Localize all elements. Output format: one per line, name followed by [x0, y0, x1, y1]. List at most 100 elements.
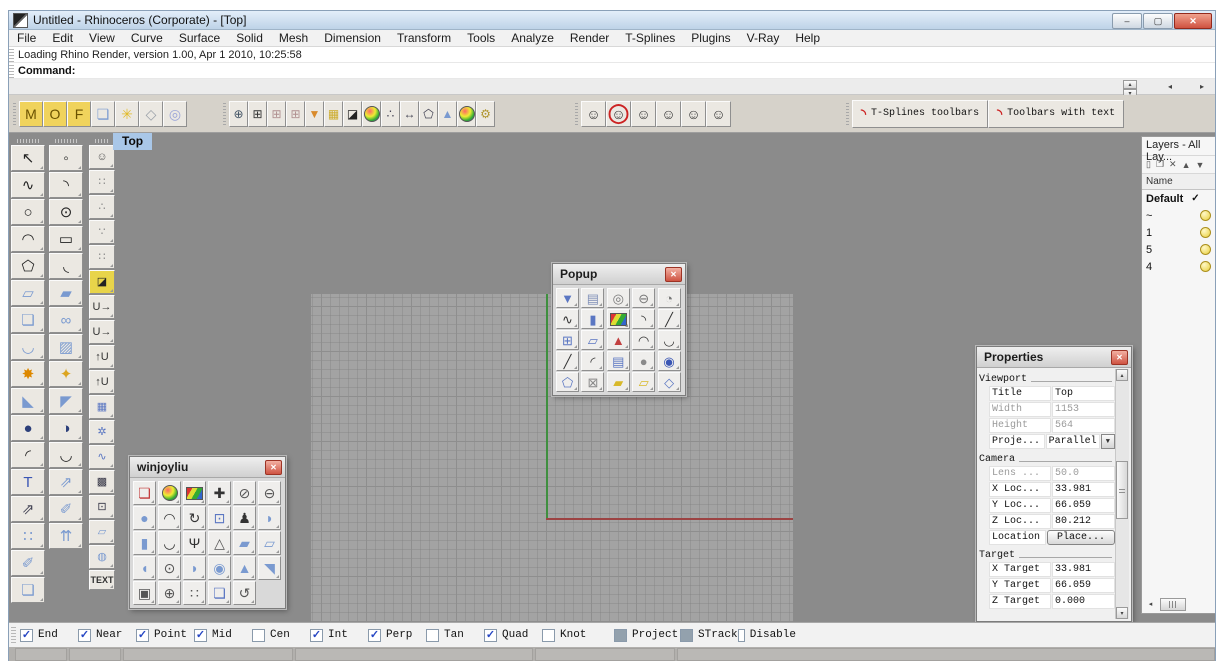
menu-solid[interactable]: Solid: [228, 31, 271, 45]
sphere-gray-icon[interactable]: ●: [632, 351, 655, 371]
osnap-quad[interactable]: ✓Quad: [484, 629, 542, 642]
layer-bulb-icon[interactable]: [1200, 261, 1211, 272]
box-pack-icon[interactable]: ⊡: [208, 506, 231, 530]
line-icon[interactable]: ╱: [556, 351, 579, 371]
toolbars-with-text-button[interactable]: ◝Toolbars with text: [988, 100, 1124, 128]
extrude-up-icon[interactable]: ⇈: [49, 523, 83, 549]
render-window-icon[interactable]: ☺: [656, 101, 681, 127]
control-point-curve-icon[interactable]: ∿: [11, 172, 45, 198]
layer-row-5[interactable]: 5: [1142, 241, 1215, 258]
striped-slab-icon[interactable]: ▤: [607, 351, 630, 371]
property-x-loc-value[interactable]: 33.981: [1052, 482, 1115, 497]
osnap-int[interactable]: ✓Int: [310, 629, 368, 642]
osnap-knot-checkbox[interactable]: [542, 629, 555, 642]
command-scroll-right-button[interactable]: ▸: [1195, 81, 1209, 92]
grid-disabled-icon-1[interactable]: ⊞: [267, 101, 286, 127]
spiral-icon[interactable]: ◎: [607, 288, 630, 308]
polyline-icon[interactable]: ∿: [556, 309, 579, 329]
winjoyliu-toolbar-window[interactable]: winjoyliu ✕ ❏✚⊘⊖●◠↻⊡♟◗▮◡Ψ△▰▱◖⊙◗◉▲◥▣⊕∷❏↺: [129, 456, 286, 609]
menu-view[interactable]: View: [81, 31, 123, 45]
trim-icon[interactable]: ◣: [11, 388, 45, 414]
rainbow-surface-icon[interactable]: [607, 309, 630, 329]
osnap-project-checkbox[interactable]: [614, 629, 627, 642]
curved-panel-icon[interactable]: ◗: [183, 556, 206, 580]
dome-icon[interactable]: ◉: [208, 556, 231, 580]
tag-f-icon[interactable]: F: [67, 101, 91, 127]
circle-handle-icon[interactable]: ⊕: [158, 581, 181, 605]
hscroll-left-icon[interactable]: ◂: [1144, 598, 1157, 611]
osnap-mid-checkbox[interactable]: ✓: [194, 629, 207, 642]
text-tool-button[interactable]: TEXT: [89, 570, 115, 590]
layers-panel[interactable]: Layers - All Lay... ▯❐✕▲▼ Name Default✓~…: [1141, 136, 1215, 614]
titlebar[interactable]: Untitled - Rhinoceros (Corporate) - [Top…: [9, 11, 1215, 30]
popup-toolbar-window[interactable]: Popup ✕ ▼▤◎⊖◔∿▮◝╱⊞▱▲◠◡╱◜▤●◉⬠⊠▰▱◇: [552, 263, 686, 396]
explode-icon[interactable]: ✸: [11, 361, 45, 387]
drip-surface-icon[interactable]: ▼: [556, 288, 579, 308]
folded-surface-icon[interactable]: ▰: [607, 372, 630, 392]
ellipsoid-points-icon[interactable]: ⊖: [258, 481, 281, 505]
crossed-line-icon[interactable]: ╱: [658, 309, 681, 329]
dimension-icon[interactable]: ↔: [400, 101, 419, 127]
osnap-strack-checkbox[interactable]: [680, 629, 693, 642]
menu-dimension[interactable]: Dimension: [316, 31, 389, 45]
osnap-disable[interactable]: Disable: [738, 629, 796, 642]
point-icon[interactable]: ◦: [49, 145, 83, 171]
cone-orange-icon[interactable]: ▼: [305, 101, 324, 127]
layer-bulb-icon[interactable]: [1200, 244, 1211, 255]
morph-box-icon[interactable]: ❏: [133, 481, 156, 505]
curve-cp-icon[interactable]: ◜: [581, 351, 604, 371]
layer-row-1[interactable]: 1: [1142, 224, 1215, 241]
check-circle-icon[interactable]: ◎: [163, 101, 187, 127]
viewport-title[interactable]: Top: [113, 133, 152, 150]
blend-curve-icon[interactable]: ◡: [49, 442, 83, 468]
cylinder-icon[interactable]: ▮: [133, 531, 156, 555]
wedge-icon[interactable]: ◥: [258, 556, 281, 580]
menu-tools[interactable]: Tools: [459, 31, 503, 45]
wire-cylinder-icon[interactable]: ⊖: [632, 288, 655, 308]
render-disabled-icon[interactable]: ☺◯: [606, 101, 631, 127]
property-y-loc-value[interactable]: 66.059: [1052, 498, 1115, 513]
layers-name-header[interactable]: Name: [1142, 174, 1215, 190]
lightning-explode-icon[interactable]: ✦: [49, 361, 83, 387]
osnap-tan-checkbox[interactable]: [426, 629, 439, 642]
popup-titlebar[interactable]: Popup ✕: [553, 264, 685, 285]
menu-file[interactable]: File: [9, 31, 44, 45]
boolean-difference-icon[interactable]: ●: [11, 415, 45, 441]
patch-surface-icon[interactable]: ▨: [49, 334, 83, 360]
circle-icon[interactable]: ○: [11, 199, 45, 225]
properties-close-button[interactable]: ✕: [1111, 350, 1128, 365]
osnap-end-checkbox[interactable]: ✓: [20, 629, 33, 642]
box-stack-icon[interactable]: ❏: [208, 581, 231, 605]
command-prompt[interactable]: Command:: [18, 65, 75, 77]
ellipse-icon[interactable]: ⊙: [49, 199, 83, 225]
zebra-sphere-icon[interactable]: [158, 481, 181, 505]
swap-surface-icon[interactable]: ▰: [233, 531, 256, 555]
cp-curve-icon[interactable]: ◡: [658, 330, 681, 350]
osnap-perp-checkbox[interactable]: ✓: [368, 629, 381, 642]
menu-transform[interactable]: Transform: [389, 31, 459, 45]
insert-point-icon[interactable]: ✚: [208, 481, 231, 505]
minimize-button[interactable]: –: [1112, 13, 1142, 29]
remove-point-icon[interactable]: ◡: [158, 531, 181, 555]
winjoyliu-close-button[interactable]: ✕: [265, 460, 282, 475]
render-icon[interactable]: ☺: [581, 101, 606, 127]
drag-grip[interactable]: [9, 47, 14, 62]
arc-cp-icon[interactable]: ◠: [158, 506, 181, 530]
menu-edit[interactable]: Edit: [44, 31, 81, 45]
v-direction-icon-2[interactable]: ↑U: [89, 370, 115, 394]
osnap-mid[interactable]: ✓Mid: [194, 629, 252, 642]
dots-ring-icon[interactable]: ✲: [89, 420, 115, 444]
point-grid-icon-1[interactable]: ∷: [89, 170, 115, 194]
grid-disabled-icon-2[interactable]: ⊞: [286, 101, 305, 127]
osnap-int-checkbox[interactable]: ✓: [310, 629, 323, 642]
command-scroll-left-button[interactable]: ◂: [1163, 81, 1177, 92]
scrollbar-thumb[interactable]: [1116, 461, 1128, 519]
delete-layer-icon[interactable]: ✕: [1169, 159, 1177, 170]
grid-surface-icon[interactable]: ⊞: [556, 330, 579, 350]
hscroll-grip[interactable]: [1160, 598, 1186, 611]
scroll-up-icon[interactable]: ▴: [1116, 369, 1128, 381]
grid-arrow-icon[interactable]: ⊠: [581, 372, 604, 392]
menu-analyze[interactable]: Analyze: [503, 31, 562, 45]
diamond-icon[interactable]: ◇: [139, 101, 163, 127]
osnap-point[interactable]: ✓Point: [136, 629, 194, 642]
